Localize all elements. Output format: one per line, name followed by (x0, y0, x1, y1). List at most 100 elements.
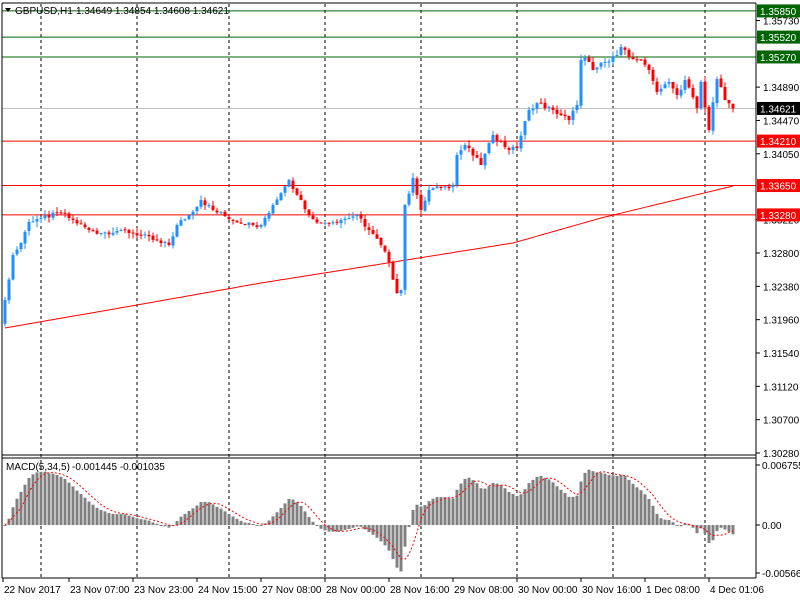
bear-candle (295, 188, 299, 195)
price-chart[interactable]: 1.357301.348901.344701.340501.332201.328… (0, 0, 800, 600)
bear-candle (587, 57, 591, 62)
bear-candle (591, 61, 595, 70)
bear-candle (703, 81, 707, 108)
macd-histogram-bar (467, 477, 471, 525)
macd-histogram-bar (243, 522, 247, 525)
macd-histogram-bar (307, 516, 311, 525)
macd-histogram-bar (287, 499, 291, 525)
bull-candle (323, 222, 327, 224)
macd-pane (3, 469, 735, 572)
macd-histogram-bar (587, 469, 591, 525)
bear-candle (379, 237, 383, 245)
bear-candle (159, 240, 163, 243)
bull-candle (267, 212, 271, 219)
macd-histogram-bar (583, 472, 587, 525)
bear-candle (63, 212, 67, 214)
macd-histogram-bar (515, 496, 519, 525)
bear-candle (371, 229, 375, 234)
bear-candle (707, 106, 711, 130)
bull-candle (423, 200, 427, 211)
bull-candle (39, 217, 43, 219)
macd-histogram-bar (531, 479, 535, 525)
macd-histogram-bar (235, 518, 239, 525)
level-price-label: 1.35850 (760, 7, 797, 18)
bull-candle (611, 56, 615, 62)
bear-candle (503, 140, 507, 148)
bull-candle (179, 220, 183, 226)
macd-histogram-bar (375, 525, 379, 538)
price-tick-label: 1.35730 (763, 16, 800, 27)
macd-histogram-bar (651, 505, 655, 525)
bull-candle (219, 212, 223, 214)
macd-histogram-bar (659, 518, 663, 525)
bear-candle (215, 210, 219, 213)
bear-candle (155, 239, 159, 241)
bear-candle (303, 200, 307, 210)
bull-candle (575, 104, 579, 111)
bear-candle (647, 64, 651, 70)
macd-histogram-bar (471, 480, 475, 525)
macd-histogram-bar (711, 525, 715, 541)
macd-histogram-bar (223, 511, 227, 525)
macd-histogram-bar (211, 504, 215, 525)
bear-candle (419, 194, 423, 210)
macd-histogram-bar (155, 523, 159, 525)
bear-candle (643, 59, 647, 65)
bear-candle (543, 102, 547, 109)
macd-histogram-bar (251, 523, 255, 525)
macd-histogram-bar (3, 525, 7, 526)
macd-histogram-bar (255, 525, 259, 526)
level-price-label: 1.35270 (760, 53, 797, 64)
macd-histogram-bar (71, 486, 75, 525)
bull-candle (111, 232, 115, 235)
bull-candle (683, 79, 687, 90)
macd-histogram-bar (423, 505, 427, 525)
macd-histogram-bar (655, 513, 659, 525)
bear-candle (71, 218, 75, 220)
bear-candle (139, 234, 143, 236)
bull-candle (603, 61, 607, 63)
bear-candle (59, 212, 63, 214)
level-price-label: 1.34621 (760, 104, 797, 115)
macd-histogram-bar (271, 516, 275, 525)
bull-candle (595, 67, 599, 70)
macd-histogram-bar (555, 486, 559, 525)
bull-candle (407, 193, 411, 205)
bear-candle (203, 200, 207, 206)
macd-histogram-bar (679, 525, 683, 527)
bear-candle (235, 220, 239, 223)
macd-histogram-bar (31, 474, 35, 525)
macd-histogram-bar (719, 525, 723, 528)
bear-candle (123, 229, 127, 231)
macd-histogram-bar (595, 472, 599, 525)
macd-histogram-bar (59, 476, 63, 525)
bull-candle (31, 221, 35, 223)
bull-candle (7, 279, 11, 301)
bear-candle (375, 234, 379, 239)
macd-histogram-bar (547, 479, 551, 525)
bear-candle (627, 49, 631, 57)
bear-candle (447, 186, 451, 189)
bear-candle (367, 227, 371, 230)
bear-candle (555, 109, 559, 114)
macd-histogram-bar (247, 522, 251, 525)
macd-histogram-bar (519, 494, 523, 525)
macd-histogram-bar (447, 498, 451, 525)
bull-candle (451, 184, 455, 188)
bull-candle (483, 153, 487, 166)
macd-histogram-bar (95, 507, 99, 525)
macd-histogram-bar (511, 493, 515, 525)
bear-candle (567, 116, 571, 120)
macd-histogram-bar (399, 525, 403, 572)
bull-candle (331, 222, 335, 224)
bull-candle (535, 102, 539, 109)
bear-candle (439, 186, 443, 188)
bull-candle (699, 81, 703, 109)
macd-histogram-bar (371, 525, 375, 535)
bull-candle (207, 205, 211, 207)
bear-candle (731, 103, 735, 109)
macd-histogram-bar (487, 486, 491, 525)
bull-candle (35, 219, 39, 222)
bull-candle (143, 234, 147, 236)
time-tick-label: 29 Nov 08:00 (454, 585, 514, 596)
